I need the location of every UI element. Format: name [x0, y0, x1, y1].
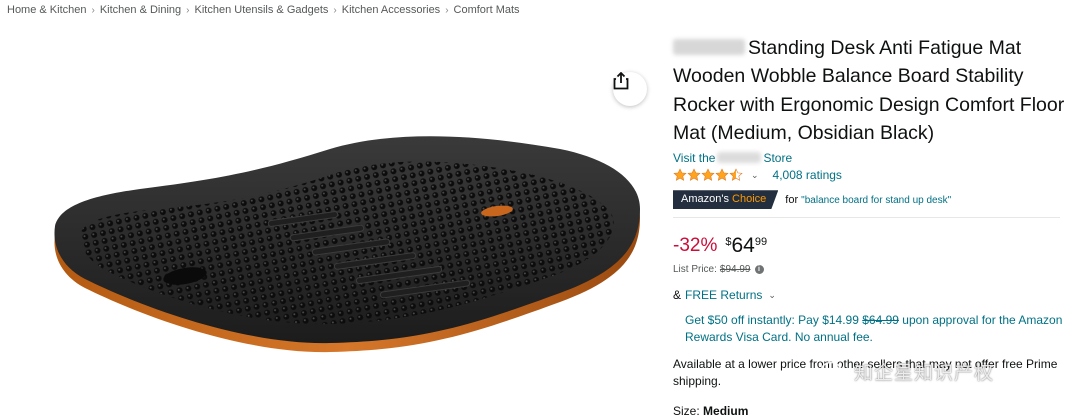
list-price: List Price: $94.99 i: [673, 264, 1073, 275]
share-button[interactable]: [613, 72, 647, 106]
star-full-icon: [673, 168, 687, 182]
breadcrumb-link-kitchen-accessories[interactable]: Kitchen Accessories: [342, 4, 440, 16]
choice-query-link[interactable]: "balance board for stand up desk": [801, 195, 951, 206]
choice-badge-label: Choice: [732, 193, 767, 206]
price-fraction: 99: [754, 236, 768, 249]
breadcrumb-link-home-kitchen[interactable]: Home & Kitchen: [7, 4, 86, 16]
product-title: Standing Desk Anti Fatigue Mat Wooden Wo…: [673, 34, 1073, 147]
size-value: Medium: [703, 404, 749, 419]
product-image[interactable]: [0, 30, 660, 419]
visit-store-link[interactable]: Visit the Store: [673, 151, 1073, 165]
choice-badge-brand: Amazon's: [681, 193, 729, 206]
promo-strikethrough-price: $64.99: [862, 313, 899, 328]
breadcrumb-chevron-icon: ›: [91, 5, 95, 16]
amazons-choice-row: Amazon's Choice for "balance board for s…: [673, 190, 1073, 209]
ratings-count-link[interactable]: 4,008 ratings: [773, 168, 842, 182]
credit-card-promo[interactable]: Get $50 off instantly: Pay $14.99 $64.99…: [673, 312, 1063, 346]
choice-for-prefix: for: [785, 193, 799, 206]
star-rating[interactable]: [673, 168, 743, 182]
star-full-icon: [715, 168, 729, 182]
breadcrumb-link-comfort-mats[interactable]: Comfort Mats: [454, 4, 520, 16]
breadcrumb-chevron-icon: ›: [186, 5, 190, 16]
divider: [673, 217, 1060, 219]
amazons-choice-badge: Amazon's Choice: [673, 190, 778, 209]
breadcrumb-link-kitchen-dining[interactable]: Kitchen & Dining: [100, 4, 181, 16]
info-icon[interactable]: i: [754, 265, 764, 275]
star-half-icon: [729, 168, 743, 182]
product-image-area[interactable]: [0, 30, 660, 419]
choice-for-text: for "balance board for stand up desk": [785, 194, 951, 206]
redacted-brand: [673, 39, 745, 55]
ratings-row: ⌄ 4,008 ratings: [673, 167, 1073, 183]
breadcrumb-chevron-icon: ›: [445, 5, 449, 16]
list-price-label: List Price:: [673, 264, 717, 276]
free-returns-row: & FREE Returns ⌄: [673, 288, 1073, 302]
current-price: $64 99: [725, 233, 767, 258]
promo-text-start: Get $50 off instantly: Pay $14.99: [685, 313, 859, 328]
star-full-icon: [701, 168, 715, 182]
rating-dropdown-chevron-icon[interactable]: ⌄: [751, 170, 759, 181]
price-row: -32% $64 99: [673, 233, 1073, 259]
product-info-panel: Standing Desk Anti Fatigue Mat Wooden Wo…: [673, 34, 1073, 418]
star-full-icon: [687, 168, 701, 182]
size-selector-label: Size: Medium: [673, 404, 1073, 418]
returns-chevron-down-icon[interactable]: ⌄: [768, 290, 776, 301]
breadcrumb-chevron-icon: ›: [333, 5, 337, 16]
share-icon: [613, 72, 629, 90]
breadcrumb: Home & Kitchen › Kitchen & Dining › Kitchen …: [7, 4, 520, 16]
discount-percent: -32%: [673, 235, 718, 257]
returns-prefix: &: [673, 288, 682, 303]
free-returns-link[interactable]: FREE Returns: [685, 288, 762, 302]
redacted-store-name: [717, 152, 762, 164]
price-whole: 64: [731, 234, 755, 258]
breadcrumb-link-utensils-gadgets[interactable]: Kitchen Utensils & Gadgets: [195, 4, 329, 16]
size-label: Size:: [673, 404, 700, 419]
store-prefix: Visit the: [673, 151, 716, 166]
list-price-value: $94.99: [719, 264, 751, 276]
availability-text: Available at a lower price from other se…: [673, 357, 1058, 389]
store-suffix: Store: [763, 151, 793, 166]
